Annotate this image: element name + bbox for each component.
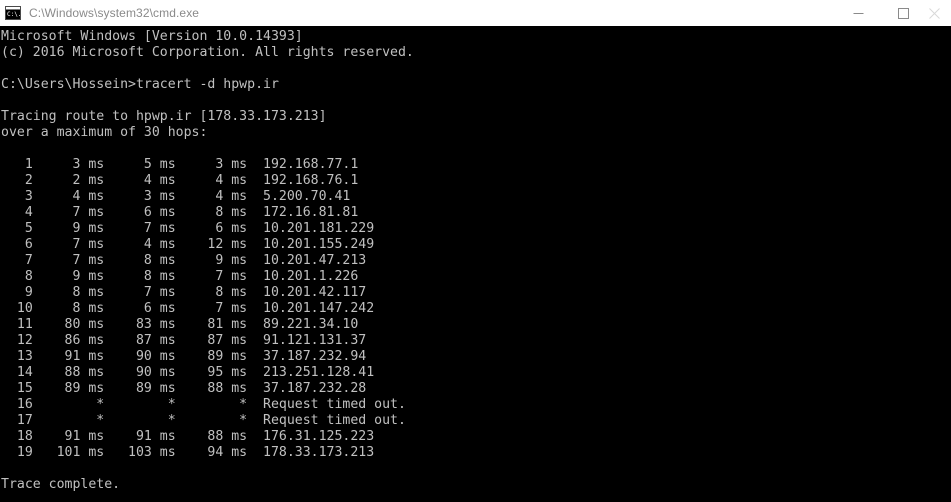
console-footer-line: Trace complete. bbox=[1, 477, 121, 492]
console-hop-row: 10 8 ms 6 ms 7 ms 10.201.147.242 bbox=[1, 301, 375, 316]
close-button[interactable] bbox=[926, 0, 951, 26]
console-banner-line: (c) 2016 Microsoft Corporation. All righ… bbox=[1, 45, 414, 60]
console-hop-row: 7 7 ms 8 ms 9 ms 10.201.47.213 bbox=[1, 253, 367, 268]
console-hop-row: 6 7 ms 4 ms 12 ms 10.201.155.249 bbox=[1, 237, 375, 252]
console-hop-row: 17 * * * Request timed out. bbox=[1, 413, 406, 428]
window-controls bbox=[836, 0, 951, 26]
console-hop-row: 2 2 ms 4 ms 4 ms 192.168.76.1 bbox=[1, 173, 359, 188]
console-hop-row: 18 91 ms 91 ms 88 ms 176.31.125.223 bbox=[1, 429, 375, 444]
console-hop-row: 12 86 ms 87 ms 87 ms 91.121.131.37 bbox=[1, 333, 367, 348]
title-bar[interactable]: ··· C:\. C:\Windows\system32\cmd.exe bbox=[0, 0, 951, 26]
console-trace-header-line: Tracing route to hpwp.ir [178.33.173.213… bbox=[1, 109, 327, 124]
cmd-window: ··· C:\. C:\Windows\system32\cmd.exe bbox=[0, 0, 951, 502]
console-hop-row: 15 89 ms 89 ms 88 ms 37.187.232.28 bbox=[1, 381, 367, 396]
console-hop-row: 13 91 ms 90 ms 89 ms 37.187.232.94 bbox=[1, 349, 367, 364]
console-trace-header-line: over a maximum of 30 hops: bbox=[1, 125, 208, 140]
console-banner-line: Microsoft Windows [Version 10.0.14393] bbox=[1, 29, 303, 44]
minimize-button[interactable] bbox=[836, 0, 881, 26]
window-title: C:\Windows\system32\cmd.exe bbox=[29, 6, 200, 20]
minimize-icon bbox=[853, 12, 864, 14]
maximize-button[interactable] bbox=[881, 0, 926, 26]
console-hop-row: 11 80 ms 83 ms 81 ms 89.221.34.10 bbox=[1, 317, 359, 332]
console-prompt-line: C:\Users\Hossein>tracert -d hpwp.ir bbox=[1, 77, 279, 92]
console-hop-row: 8 9 ms 8 ms 7 ms 10.201.1.226 bbox=[1, 269, 359, 284]
console-hop-row: 19 101 ms 103 ms 94 ms 178.33.173.213 bbox=[1, 445, 375, 460]
console-hop-row: 4 7 ms 6 ms 8 ms 172.16.81.81 bbox=[1, 205, 359, 220]
console-hop-row: 14 88 ms 90 ms 95 ms 213.251.128.41 bbox=[1, 365, 375, 380]
console-hop-row: 5 9 ms 7 ms 6 ms 10.201.181.229 bbox=[1, 221, 375, 236]
close-icon bbox=[929, 7, 940, 19]
icon-prompt-text: C:\. bbox=[6, 10, 20, 19]
maximize-icon bbox=[898, 7, 909, 19]
cmd-console-icon: ··· C:\. bbox=[5, 6, 21, 20]
console-hop-row: 16 * * * Request timed out. bbox=[1, 397, 406, 412]
console-hop-row: 1 3 ms 5 ms 3 ms 192.168.77.1 bbox=[1, 157, 359, 172]
console-output[interactable]: Microsoft Windows [Version 10.0.14393] (c… bbox=[0, 26, 951, 502]
console-hop-row: 9 8 ms 7 ms 8 ms 10.201.42.117 bbox=[1, 285, 367, 300]
console-hop-row: 3 4 ms 3 ms 4 ms 5.200.70.41 bbox=[1, 189, 351, 204]
